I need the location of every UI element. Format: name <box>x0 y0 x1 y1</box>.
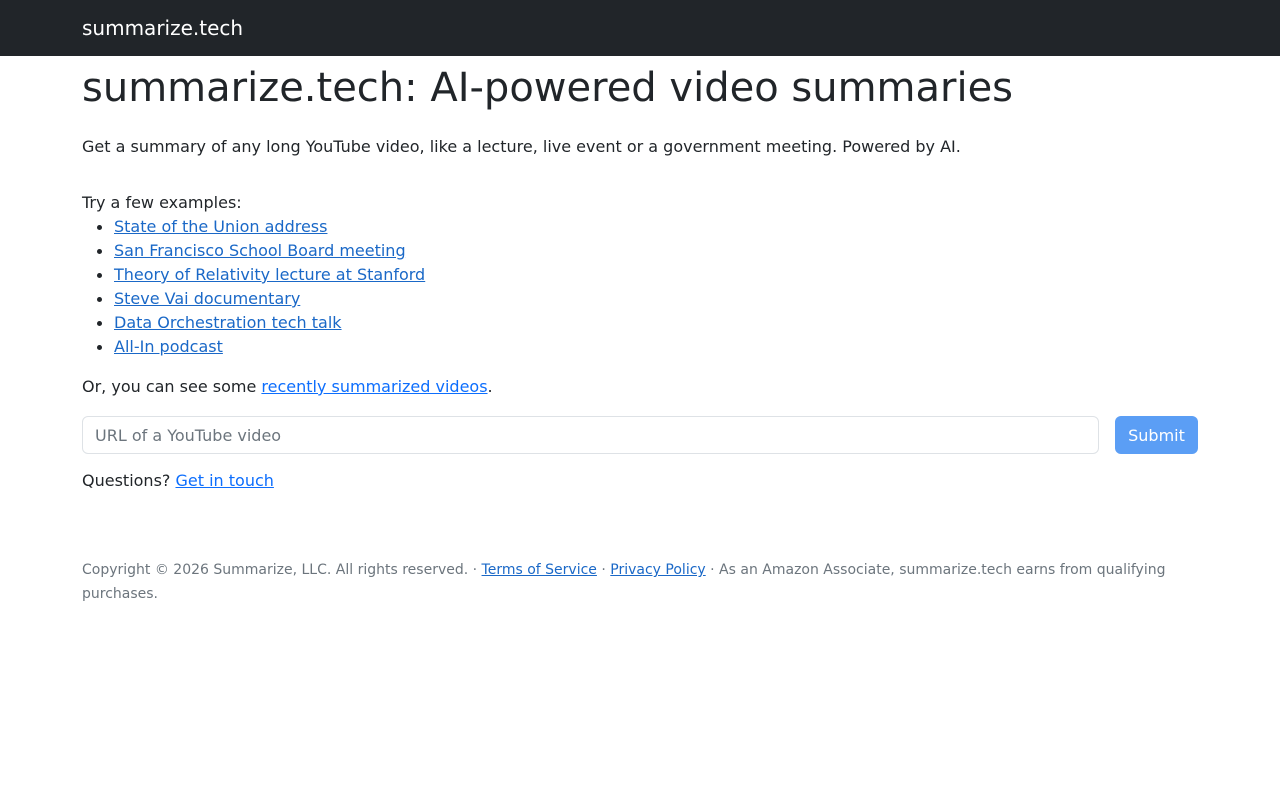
bullet-icon <box>97 321 102 326</box>
privacy-policy-link[interactable]: Privacy Policy <box>610 562 705 578</box>
list-item: All-In podcast <box>82 335 425 359</box>
questions-text: Questions? Get in touch <box>82 469 274 493</box>
page-title: summarize.tech: AI-powered video summari… <box>82 65 1014 111</box>
list-item: Steve Vai documentary <box>82 287 425 311</box>
bullet-icon <box>97 297 102 302</box>
bullet-icon <box>97 345 102 350</box>
list-item: Theory of Relativity lecture at Stanford <box>82 263 425 287</box>
page-footer: Copyright © 2026 Summarize, LLC. All rig… <box>82 558 1182 606</box>
example-link-steve-vai[interactable]: Steve Vai documentary <box>114 289 300 308</box>
examples-list: State of the Union address San Francisco… <box>82 215 425 359</box>
example-link-all-in-podcast[interactable]: All-In podcast <box>114 337 223 356</box>
youtube-url-input[interactable] <box>82 416 1099 454</box>
example-link-sf-school-board[interactable]: San Francisco School Board meeting <box>114 241 406 260</box>
recent-videos-text: Or, you can see some recently summarized… <box>82 375 493 399</box>
copyright-text: Copyright © 2026 Summarize, LLC. All rig… <box>82 562 482 578</box>
list-item: State of the Union address <box>82 215 425 239</box>
questions-prefix: Questions? <box>82 471 176 490</box>
submit-button[interactable]: Submit <box>1115 416 1198 454</box>
get-in-touch-link[interactable]: Get in touch <box>175 471 273 490</box>
list-item: San Francisco School Board meeting <box>82 239 425 263</box>
example-link-relativity-lecture[interactable]: Theory of Relativity lecture at Stanford <box>114 265 425 284</box>
examples-label: Try a few examples: <box>82 193 242 212</box>
recent-prefix: Or, you can see some <box>82 377 262 396</box>
terms-of-service-link[interactable]: Terms of Service <box>482 562 597 578</box>
recent-suffix: . <box>487 377 493 396</box>
intro-text: Get a summary of any long YouTube video,… <box>82 137 961 156</box>
bullet-icon <box>97 249 102 254</box>
bullet-icon <box>97 225 102 230</box>
footer-separator: · <box>596 562 611 578</box>
bullet-icon <box>97 273 102 278</box>
brand-link[interactable]: summarize.tech <box>82 14 243 42</box>
example-link-state-of-the-union[interactable]: State of the Union address <box>114 217 327 236</box>
example-link-data-orchestration[interactable]: Data Orchestration tech talk <box>114 313 342 332</box>
recent-videos-link[interactable]: recently summarized videos <box>261 377 487 396</box>
list-item: Data Orchestration tech talk <box>82 311 425 335</box>
top-navbar: summarize.tech <box>0 0 1280 56</box>
